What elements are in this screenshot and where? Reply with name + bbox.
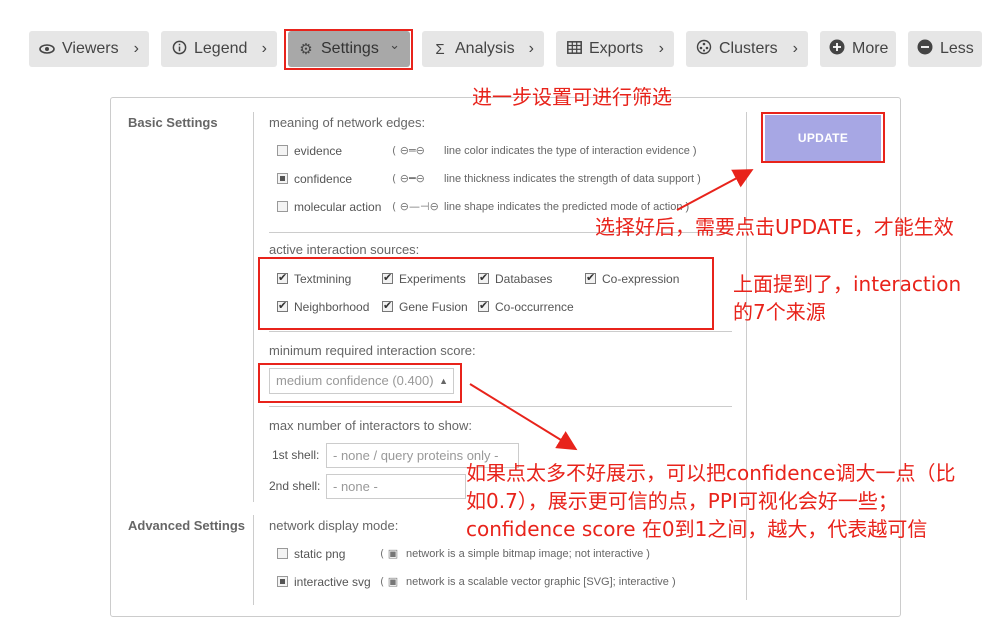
- arrow-to-update: [676, 169, 754, 211]
- annotation-confidence-note-line3: confidence score 在0到1之间，越大，代表越可信: [466, 517, 928, 541]
- annotation-confidence-note-line2: 如0.7），展示更可信的点，PPI可视化会好一些；: [466, 489, 898, 513]
- annotation-filter-note: 进一步设置可进行筛选: [472, 85, 672, 109]
- annotation-update-note: 选择好后，需要点击UPDATE，才能生效: [595, 215, 954, 239]
- annotation-confidence-note-line1: 如果点太多不好展示，可以把confidence调大一点（比: [466, 461, 956, 485]
- annotation-sources-note-line1: 上面提到了，interaction: [733, 272, 962, 296]
- annotation-sources-note-line2: 的7个来源: [733, 300, 826, 324]
- arrow-to-note: [469, 383, 578, 451]
